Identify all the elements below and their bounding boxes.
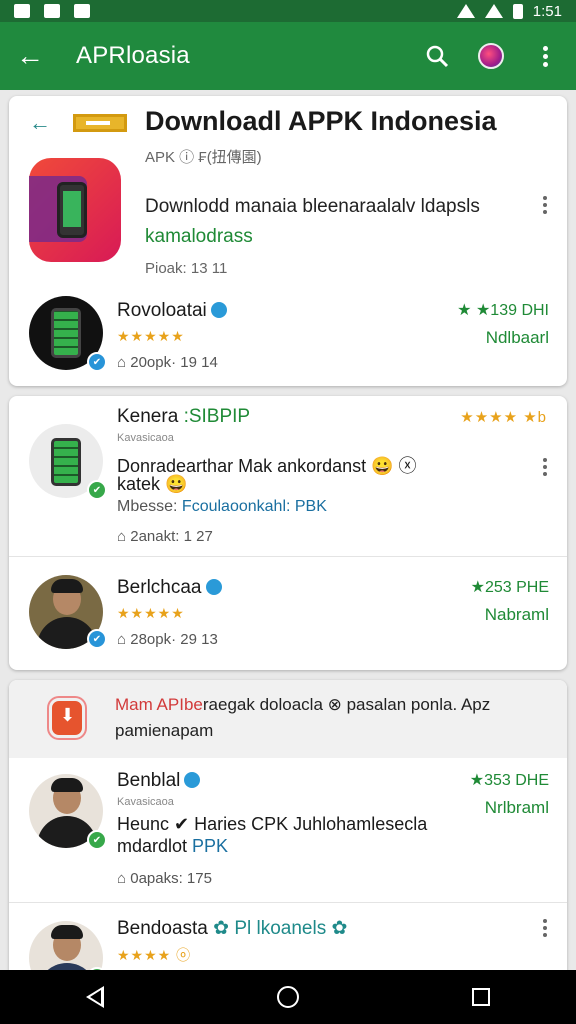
app-meta: APK ⓘ ₣(扭傳園): [145, 149, 262, 166]
item-meta: ⌂ 2anakt: 1 27: [117, 528, 213, 545]
item-link[interactable]: Fcoulaoonkahl: PBK: [182, 498, 327, 515]
item-tag: ✿ Pl lkoanels ✿: [213, 918, 348, 939]
download-button[interactable]: Nabraml: [485, 605, 549, 625]
notification-icon: [14, 4, 30, 18]
item-link[interactable]: PPK: [192, 836, 228, 856]
list-item[interactable]: ✔ Benblal Kavasicaoa Heunc ✔ Haries CPK …: [9, 758, 567, 902]
rating-count: ★353 DHE: [469, 772, 549, 789]
app-description: Downlodd manaia bleenaraalalv ldapsls ka…: [145, 196, 480, 247]
arrow-left-icon[interactable]: ←: [29, 110, 51, 136]
notification-icon: [44, 4, 60, 18]
verified-icon: [210, 302, 227, 318]
more-options-icon[interactable]: [543, 919, 547, 937]
wifi-icon: [456, 4, 475, 18]
star-rating: ★★★★ ⓞ: [117, 947, 192, 963]
download-button[interactable]: Nrlbraml: [485, 798, 549, 818]
item-tag: :SIBPIP: [183, 406, 251, 427]
nav-recents-icon[interactable]: [471, 988, 490, 1006]
notification-icon: [74, 4, 90, 18]
arrow-left-icon[interactable]: ←: [16, 40, 56, 72]
rating-count: ★253 PHE: [470, 579, 549, 596]
verified-badge-icon: ✔: [87, 629, 107, 649]
verified-icon: [184, 772, 201, 788]
system-nav-bar: [0, 970, 576, 1024]
signal-icon: [484, 4, 503, 18]
app-list-card: ✔ Kenera :SIBPIP Kavasicaoa ★★★★ ★b Donr…: [9, 396, 567, 670]
app-list-card: Mam APIberaegak doloacla ⊗ pasalan ponla…: [9, 680, 567, 970]
item-name: Bendoasta: [117, 918, 208, 939]
item-description: Heunc ✔ Haries CPK Juhlohamlesecla: [117, 814, 428, 834]
status-bar: 1:51: [0, 0, 576, 22]
item-name: Kenera: [117, 406, 179, 427]
list-item[interactable]: ✔ Kenera :SIBPIP Kavasicaoa ★★★★ ★b Donr…: [9, 396, 567, 556]
globe-icon[interactable]: [476, 41, 506, 71]
app-size: Pioak: 13 11: [145, 260, 228, 277]
nav-back-icon[interactable]: [86, 986, 105, 1008]
label-tag-icon: [73, 114, 127, 132]
nav-home-icon[interactable]: [276, 986, 299, 1008]
item-description-2: katek 😀: [117, 474, 188, 494]
battery-icon: [512, 3, 523, 19]
item-meta: ⌂ 28opk· 29 13: [117, 631, 218, 648]
promo-banner[interactable]: Mam APIberaegak doloacla ⊗ pasalan ponla…: [9, 680, 567, 758]
list-item[interactable]: ✔ Berlchcaa ★★★★★ ⌂ 28opk· 29 13 ★253 PH…: [9, 557, 567, 670]
page-title: Downloadl APPK Indonesia: [145, 106, 497, 136]
status-time: 1:51: [532, 2, 562, 20]
item-name: Berlchcaa: [117, 577, 202, 598]
verified-badge-icon: ✔: [87, 480, 107, 500]
star-rating: ★★★★★: [117, 328, 185, 344]
verified-badge-icon: ✔: [87, 352, 107, 372]
promo-highlight: Mam APIbe: [115, 695, 203, 714]
item-label: mdardlot: [117, 836, 193, 856]
item-name: Benblal: [117, 770, 181, 791]
item-name: Rovoloatai: [117, 300, 207, 321]
rating-count: ★ ★139 DHI: [457, 302, 549, 319]
item-meta: ⌂ 0apaks: 175: [117, 870, 212, 887]
download-icon: [49, 698, 85, 738]
header-card: ← Downloadl APPK Indonesia APK ⓘ ₣(扭傳園) …: [9, 96, 567, 386]
list-item[interactable]: ✔ Bendoasta ✿ Pl lkoanels ✿ ★★★★ ⓞ: [9, 903, 567, 970]
app-icon[interactable]: [29, 158, 121, 262]
item-subtitle: Kavasicaoa: [117, 796, 174, 808]
star-rating: ★★★★ ★b: [460, 409, 547, 426]
verified-icon: [205, 579, 222, 595]
item-label: Mbesse:: [117, 498, 182, 515]
star-rating: ★★★★★: [117, 605, 185, 621]
more-options-icon[interactable]: [543, 196, 547, 214]
user-avatar: [29, 921, 103, 970]
content-scroll[interactable]: ← Downloadl APPK Indonesia APK ⓘ ₣(扭傳園) …: [0, 90, 576, 970]
item-meta: ⌂ 20opk· 19 14: [117, 354, 218, 371]
download-button[interactable]: Ndlbaarl: [486, 328, 549, 348]
app-title: APRloasia: [76, 42, 190, 69]
list-item[interactable]: ✔ Rovoloatai ★★★★★ ⌂ 20opk· 19 14 ★ ★139…: [9, 292, 567, 386]
search-icon[interactable]: [422, 41, 452, 71]
verified-badge-icon: ✔: [87, 830, 107, 850]
app-bar: ← APRloasia: [0, 22, 576, 90]
more-options-icon[interactable]: [543, 458, 547, 476]
item-subtitle: Kavasicaoa: [117, 432, 174, 444]
more-vert-icon[interactable]: [530, 41, 560, 71]
